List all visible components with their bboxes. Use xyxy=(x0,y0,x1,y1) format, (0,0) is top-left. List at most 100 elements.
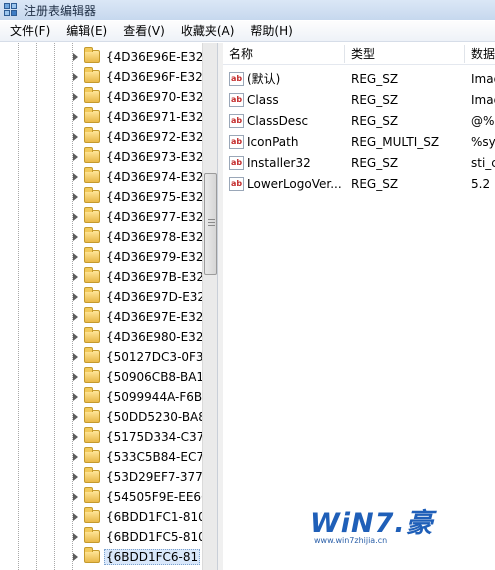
value-name: Installer32 xyxy=(247,156,311,170)
tree-key-item[interactable]: {4D36E97E-E325 xyxy=(0,307,202,327)
value-name: IconPath xyxy=(247,135,299,149)
tree-key-item[interactable]: {4D36E974-E325 xyxy=(0,167,202,187)
expand-arrow-icon[interactable] xyxy=(73,373,78,381)
tree-key-label: {4D36E980-E325 xyxy=(106,330,202,344)
menu-view[interactable]: 查看(V) xyxy=(115,21,173,42)
tree-key-label: {50DD5230-BA8A xyxy=(106,410,202,424)
tree-key-item[interactable]: {6BDD1FC1-810F xyxy=(0,507,202,527)
watermark-url: www.win7zhijia.cn xyxy=(314,536,388,545)
expand-arrow-icon[interactable] xyxy=(73,313,78,321)
folder-icon xyxy=(84,347,100,363)
folder-icon xyxy=(84,547,100,563)
folder-icon xyxy=(84,467,100,483)
tree-key-item[interactable]: {50DD5230-BA8A xyxy=(0,407,202,427)
expand-arrow-icon[interactable] xyxy=(73,533,78,541)
tree-key-item[interactable]: {4D36E96F-E325 xyxy=(0,67,202,87)
registry-value-row[interactable]: ab ClassDesc REG_SZ @% xyxy=(223,111,495,132)
tree-key-label: {54505F9E-EE66- xyxy=(106,490,202,504)
tree-key-item[interactable]: {4D36E97B-E325 xyxy=(0,267,202,287)
value-type: REG_SZ xyxy=(351,114,399,128)
tree-key-label: {6BDD1FC6-810F xyxy=(104,549,200,565)
menu-edit[interactable]: 编辑(E) xyxy=(58,21,115,42)
column-header-type[interactable]: 类型 xyxy=(345,43,463,65)
tree-key-item[interactable]: {50906CB8-BA12 xyxy=(0,367,202,387)
registry-value-row[interactable]: ab(默认) REG_SZ Imag xyxy=(223,69,495,90)
column-header-name[interactable]: 名称 xyxy=(223,43,343,65)
folder-icon xyxy=(84,287,100,303)
string-value-icon: ab xyxy=(229,177,244,191)
value-data: @% xyxy=(471,114,495,128)
expand-arrow-icon[interactable] xyxy=(73,53,78,61)
expand-arrow-icon[interactable] xyxy=(73,553,78,561)
expand-arrow-icon[interactable] xyxy=(73,133,78,141)
expand-arrow-icon[interactable] xyxy=(73,253,78,261)
expand-arrow-icon[interactable] xyxy=(73,173,78,181)
folder-icon xyxy=(84,107,100,123)
tree-key-item[interactable]: {4D36E970-E325 xyxy=(0,87,202,107)
registry-value-row[interactable]: ab Installer32 REG_SZ sti_c xyxy=(223,153,495,174)
value-name: (默认) xyxy=(247,72,281,86)
folder-icon xyxy=(84,167,100,183)
menu-favorites[interactable]: 收藏夹(A) xyxy=(173,21,243,42)
tree-key-label: {4D36E978-E325 xyxy=(106,230,202,244)
tree-key-item[interactable]: {4D36E973-E325 xyxy=(0,147,202,167)
expand-arrow-icon[interactable] xyxy=(73,73,78,81)
folder-icon xyxy=(84,267,100,283)
tree-key-item[interactable]: {4D36E980-E325 xyxy=(0,327,202,347)
tree-key-item[interactable]: {4D36E977-E325 xyxy=(0,207,202,227)
folder-icon xyxy=(84,447,100,463)
tree-key-item[interactable]: {4D36E978-E325 xyxy=(0,227,202,247)
expand-arrow-icon[interactable] xyxy=(73,513,78,521)
tree-key-item[interactable]: {5175D334-C371 xyxy=(0,427,202,447)
expand-arrow-icon[interactable] xyxy=(73,273,78,281)
tree-key-item[interactable]: {4D36E971-E325 xyxy=(0,107,202,127)
string-value-icon: ab xyxy=(229,93,244,107)
expand-arrow-icon[interactable] xyxy=(73,333,78,341)
registry-value-row[interactable]: ab LowerLogoVer... REG_SZ 5.2 xyxy=(223,174,495,195)
expand-arrow-icon[interactable] xyxy=(73,353,78,361)
expand-arrow-icon[interactable] xyxy=(73,493,78,501)
expand-arrow-icon[interactable] xyxy=(73,393,78,401)
registry-value-row[interactable]: ab IconPath REG_MULTI_SZ %sy xyxy=(223,132,495,153)
list-header: 名称 类型 数据 xyxy=(223,43,495,65)
expand-arrow-icon[interactable] xyxy=(73,293,78,301)
folder-icon xyxy=(84,487,100,503)
folder-icon xyxy=(84,507,100,523)
watermark-logo-text: WiN7.豪 xyxy=(310,508,434,539)
tree-key-label: {4D36E970-E325 xyxy=(106,90,202,104)
scroll-grip-line xyxy=(208,219,215,220)
tree-key-item[interactable]: {4D36E96E-E325 xyxy=(0,47,202,67)
expand-arrow-icon[interactable] xyxy=(73,233,78,241)
tree-key-item[interactable]: {533C5B84-EC70 xyxy=(0,447,202,467)
expand-arrow-icon[interactable] xyxy=(73,473,78,481)
string-value-icon: ab xyxy=(229,156,244,170)
tree-key-item[interactable]: {4D36E97D-E325 xyxy=(0,287,202,307)
menu-file[interactable]: 文件(F) xyxy=(2,21,58,42)
tree-vertical-scrollbar[interactable] xyxy=(202,43,217,570)
tree-key-item[interactable]: {4D36E979-E325 xyxy=(0,247,202,267)
expand-arrow-icon[interactable] xyxy=(73,453,78,461)
tree-key-label: {50906CB8-BA12 xyxy=(106,370,202,384)
column-header-data[interactable]: 数据 xyxy=(465,43,495,65)
tree-key-item[interactable]: {53D29EF7-377C xyxy=(0,467,202,487)
value-name: LowerLogoVer... xyxy=(247,177,342,191)
expand-arrow-icon[interactable] xyxy=(73,433,78,441)
registry-value-row[interactable]: abClass REG_SZ Imag xyxy=(223,90,495,111)
expand-arrow-icon[interactable] xyxy=(73,213,78,221)
tree-key-item[interactable]: {6BDD1FC6-810F xyxy=(0,547,202,567)
expand-arrow-icon[interactable] xyxy=(73,93,78,101)
tree-key-item[interactable]: {50127DC3-0F36 xyxy=(0,347,202,367)
tree-key-item[interactable]: {4D36E975-E325 xyxy=(0,187,202,207)
menu-help[interactable]: 帮助(H) xyxy=(242,21,300,42)
tree-key-label: {4D36E974-E325 xyxy=(106,170,202,184)
expand-arrow-icon[interactable] xyxy=(73,193,78,201)
tree-key-item[interactable]: {5099944A-F6B9 xyxy=(0,387,202,407)
tree-scrollbar-thumb[interactable] xyxy=(204,173,217,275)
expand-arrow-icon[interactable] xyxy=(73,153,78,161)
tree-key-label: {4D36E97D-E325 xyxy=(106,290,202,304)
expand-arrow-icon[interactable] xyxy=(73,113,78,121)
tree-key-item[interactable]: {4D36E972-E325 xyxy=(0,127,202,147)
tree-key-item[interactable]: {6BDD1FC5-810F xyxy=(0,527,202,547)
tree-key-item[interactable]: {54505F9E-EE66- xyxy=(0,487,202,507)
expand-arrow-icon[interactable] xyxy=(73,413,78,421)
